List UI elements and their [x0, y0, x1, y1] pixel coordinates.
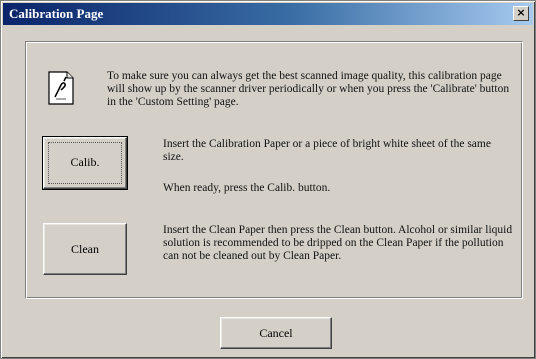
cancel-button[interactable]: Cancel — [220, 317, 332, 349]
document-icon — [48, 71, 74, 105]
intro-text: To make sure you can always get the best… — [107, 70, 510, 108]
calibrate-ready-text: When ready, press the Calib. button. — [163, 182, 331, 194]
cancel-button-label: Cancel — [259, 326, 293, 340]
calibration-dialog: Calibration Page × To make sure you can … — [0, 0, 536, 359]
close-button[interactable]: × — [513, 6, 529, 21]
close-icon: × — [516, 6, 526, 19]
window-title: Calibration Page — [9, 6, 104, 21]
clean-button-label: Clean — [71, 242, 99, 256]
title-bar[interactable]: Calibration Page × — [3, 3, 533, 25]
clean-button[interactable]: Clean — [43, 223, 127, 275]
calibrate-instruction: Insert the Calibration Paper or a piece … — [163, 138, 491, 163]
focus-rectangle — [48, 142, 122, 184]
clean-instruction: Insert the Clean Paper then press the Cl… — [163, 224, 513, 262]
calibrate-button[interactable]: Calib. — [42, 136, 128, 190]
